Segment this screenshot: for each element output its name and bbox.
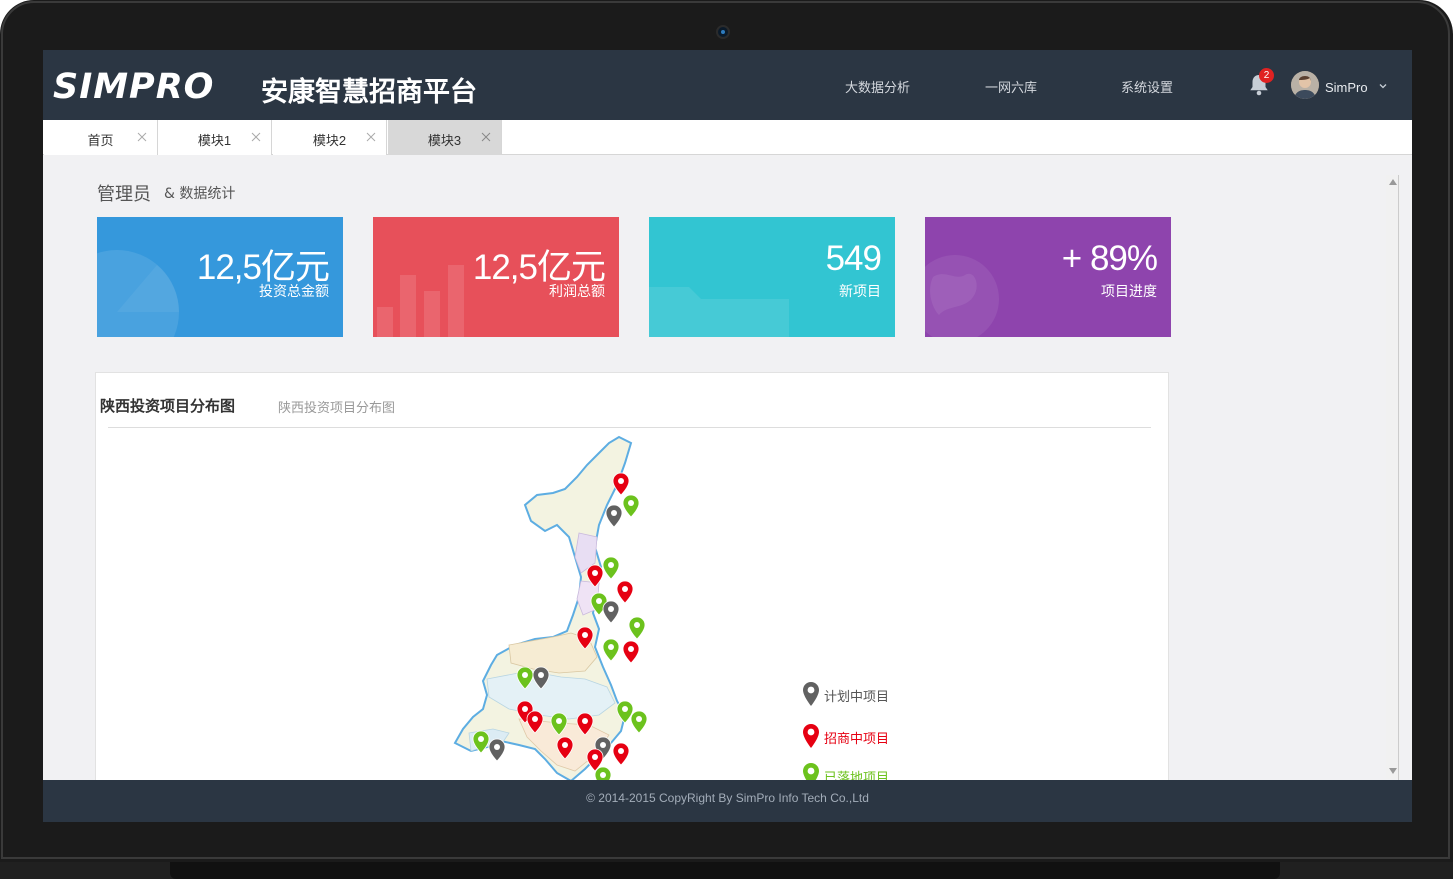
top-navbar: SIMPRO 安康智慧招商平台 大数据分析 一网六库 系统设置 2 SimPro — [43, 50, 1412, 120]
legend-label: 计划中项目 — [824, 690, 890, 705]
chevron-down-icon[interactable] — [1378, 81, 1388, 91]
map-pin-dot — [592, 754, 598, 760]
nav-item-system-settings[interactable]: 系统设置 — [1121, 77, 1173, 96]
panel-title: 陕西投资项目分布图 — [100, 397, 236, 415]
map-pin-dot — [538, 672, 544, 678]
map-pin-dot — [622, 706, 628, 712]
tab-module-2[interactable]: 模块2 — [273, 120, 387, 155]
map-pin-dot — [556, 718, 562, 724]
map-pin-dot — [522, 672, 528, 678]
app-window: SIMPRO 安康智慧招商平台 大数据分析 一网六库 系统设置 2 SimPro — [43, 50, 1412, 822]
map-pin-dot — [592, 570, 598, 576]
copyright-text: © 2014-2015 CopyRight By SimPro Info Tec… — [586, 791, 869, 805]
map-pin-dot — [608, 644, 614, 650]
map-pin-dot — [634, 622, 640, 628]
map-pin-dot — [478, 736, 484, 742]
scroll-down-icon[interactable] — [1389, 768, 1397, 774]
webcam-icon — [716, 25, 730, 39]
map-pin-dot — [618, 748, 624, 754]
divider — [108, 427, 1151, 428]
shaanxi-map[interactable] — [449, 433, 689, 783]
nav-item-big-data[interactable]: 大数据分析 — [845, 77, 910, 96]
stat-card-investment[interactable]: 12,5亿元 投资总金额 — [97, 217, 343, 337]
stat-card-profit[interactable]: 12,5亿元 利润总额 — [373, 217, 619, 337]
map-pin-dot — [582, 632, 588, 638]
panel-subtitle: 陕西投资项目分布图 — [278, 401, 396, 416]
laptop-frame: SIMPRO 安康智慧招商平台 大数据分析 一网六库 系统设置 2 SimPro — [0, 0, 1453, 879]
scrollbar-track — [1398, 175, 1399, 780]
stat-label: 新项目 — [839, 284, 881, 300]
avatar[interactable] — [1291, 71, 1319, 99]
stat-label: 投资总金额 — [259, 284, 329, 300]
nav-item-one-net-six-libs[interactable]: 一网六库 — [985, 77, 1037, 96]
tab-module-3[interactable]: 模块3 — [388, 120, 502, 155]
page-title: 管理员 — [97, 184, 151, 205]
map-pin-dot — [622, 586, 628, 592]
close-icon[interactable] — [251, 132, 261, 142]
app-title: 安康智慧招商平台 — [261, 77, 477, 108]
map-pin-dot — [582, 718, 588, 724]
close-icon[interactable] — [366, 132, 376, 142]
map-pin-dot — [636, 716, 642, 722]
map-pin-dot — [608, 562, 614, 568]
map-panel: 陕西投资项目分布图 陕西投资项目分布图 计划中项目 招商中项目 已落地项目 — [95, 372, 1169, 822]
map-pin-dot — [628, 500, 634, 506]
map-pin-gray-icon — [803, 682, 819, 706]
map-pin-dot — [611, 510, 617, 516]
close-icon[interactable] — [481, 132, 491, 142]
footer: © 2014-2015 CopyRight By SimPro Info Tec… — [43, 780, 1412, 822]
map-pin-dot — [596, 598, 602, 604]
tab-module-1[interactable]: 模块1 — [158, 120, 272, 155]
legend-item-planned[interactable]: 计划中项目 — [803, 682, 890, 706]
map-pin-red-icon — [803, 724, 819, 748]
legend-label: 招商中项目 — [824, 732, 890, 747]
stat-card-progress[interactable]: + 89% 项目进度 — [925, 217, 1171, 337]
stat-label: 项目进度 — [1101, 284, 1157, 300]
map-pin-dot — [628, 646, 634, 652]
legend-item-recruiting[interactable]: 招商中项目 — [803, 724, 890, 748]
app-logo[interactable]: SIMPRO — [53, 67, 214, 107]
map-pin-dot — [600, 772, 606, 778]
stat-label: 利润总额 — [549, 284, 605, 300]
close-icon[interactable] — [137, 132, 147, 142]
stat-value: 549 — [825, 239, 882, 278]
map-pin-dot — [600, 742, 606, 748]
notification-badge: 2 — [1259, 68, 1274, 83]
map-pin-dot — [618, 478, 624, 484]
map-pin-dot — [494, 744, 500, 750]
page-subtitle: & 数据统计 — [164, 186, 236, 202]
map-pin-dot — [562, 742, 568, 748]
user-name[interactable]: SimPro — [1325, 80, 1368, 95]
tab-bar: 首页 模块1 模块2 模块3 — [43, 120, 1412, 155]
stat-card-new-projects[interactable]: 549 新项目 — [649, 217, 895, 337]
tab-home[interactable]: 首页 — [44, 120, 158, 155]
map-pin-dot — [608, 606, 614, 612]
stat-value: + 89% — [1061, 239, 1158, 278]
map-pin-dot — [522, 706, 528, 712]
map-pin-dot — [532, 716, 538, 722]
scroll-up-icon[interactable] — [1389, 179, 1397, 185]
